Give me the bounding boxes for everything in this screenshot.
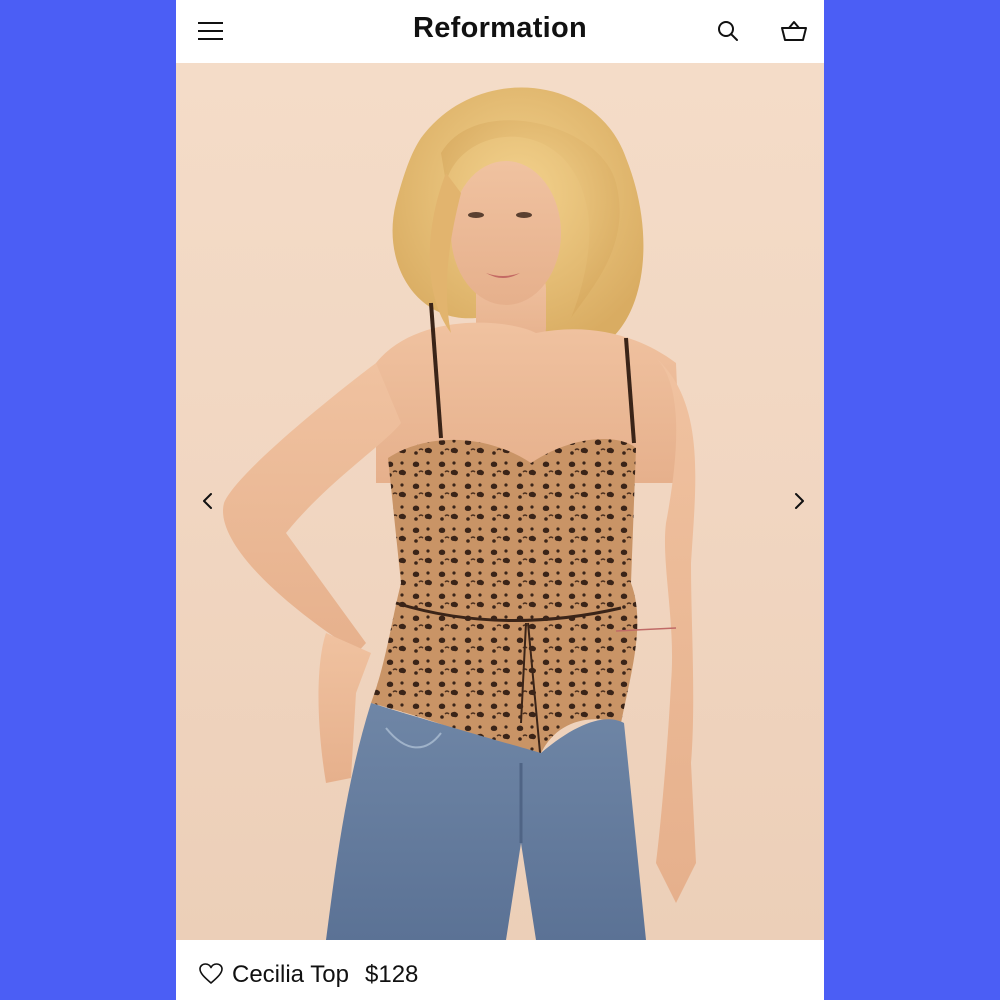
search-icon <box>718 21 738 41</box>
previous-image-button[interactable] <box>194 481 224 521</box>
product-name: Cecilia Top <box>232 961 349 988</box>
chevron-left-icon <box>203 493 212 509</box>
wishlist-button[interactable] <box>198 962 224 986</box>
product-info-bar: Cecilia Top $128 <box>176 940 824 1000</box>
product-image-gallery[interactable] <box>176 63 824 940</box>
heart-icon <box>199 963 223 984</box>
cart-button[interactable] <box>780 18 808 44</box>
menu-button[interactable] <box>198 19 224 41</box>
product-price: $128 <box>365 961 419 988</box>
shopping-basket-icon <box>781 21 807 41</box>
next-image-button[interactable] <box>784 481 814 521</box>
search-button[interactable] <box>716 19 740 43</box>
menu-icon-bar <box>198 22 223 24</box>
product-photo <box>222 87 696 940</box>
chevron-right-icon <box>795 493 804 509</box>
mobile-page: Reformation Cecilia Top $128 <box>176 0 824 1000</box>
menu-icon-bar <box>198 38 223 40</box>
menu-icon-bar <box>198 30 223 32</box>
site-header: Reformation <box>176 0 824 63</box>
